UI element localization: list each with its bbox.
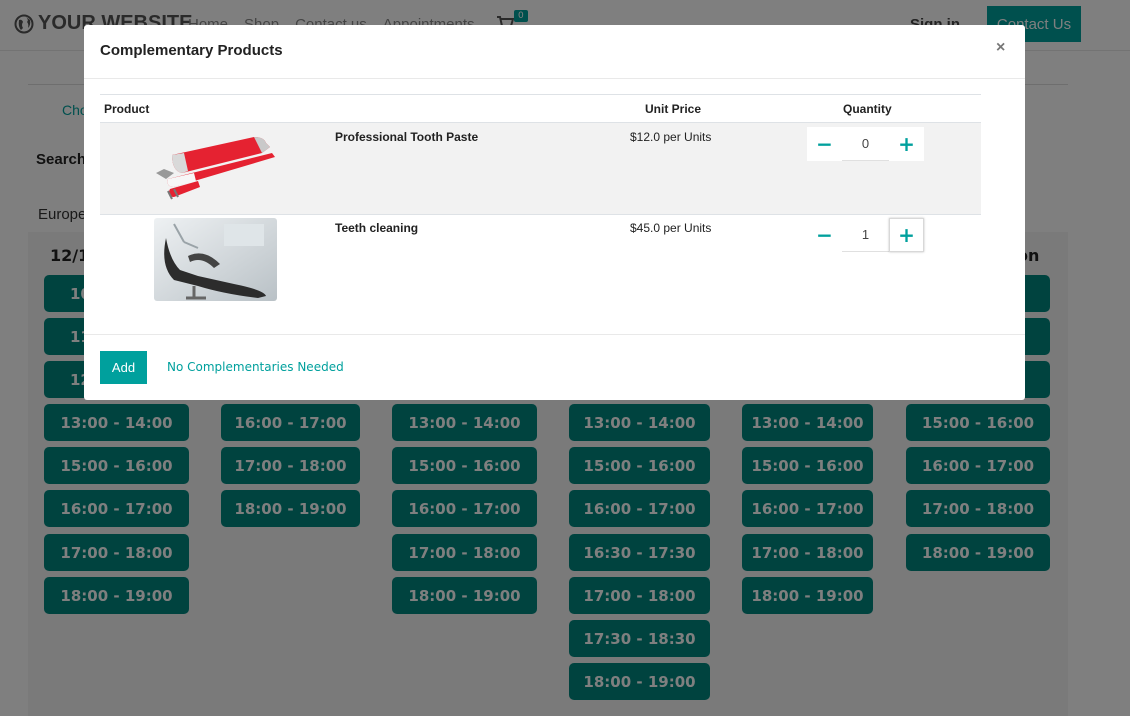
page: YOUR WEBSITE Home Shop Contact us Appoin… [0,0,1130,716]
plus-button[interactable]: + [889,218,924,252]
quantity-input[interactable] [842,127,889,161]
table-row: Teeth cleaning $45.0 per Units − + [100,214,981,334]
product-name: Professional Tooth Paste [335,130,479,144]
dental-chair-image [154,218,277,301]
quantity-input[interactable] [842,218,889,252]
modal-footer: Add No Complementaries Needed [84,334,1025,401]
product-price: $45.0 per Units [630,221,712,235]
no-complementaries-link[interactable]: No Complementaries Needed [167,360,344,374]
plus-button[interactable]: + [889,127,924,161]
quantity-stepper: − + [807,218,927,252]
modal-title: Complementary Products [100,42,283,59]
product-name: Teeth cleaning [335,221,419,235]
table-row: Professional Tooth Paste $12.0 per Units… [100,123,981,215]
minus-button[interactable]: − [807,127,842,161]
minus-button[interactable]: − [807,218,842,252]
complementary-products-modal: Complementary Products × Product Unit Pr… [84,25,1025,400]
modal-header: Complementary Products × [84,25,1025,79]
table-header: Product Unit Price Quantity [100,94,981,124]
product-price: $12.0 per Units [630,130,712,144]
column-header-product: Product [104,102,150,116]
quantity-stepper: − + [807,127,927,161]
add-button[interactable]: Add [100,351,147,384]
toothbrush-toothpaste-image [154,127,277,210]
column-header-unit-price: Unit Price [645,102,702,116]
close-icon[interactable]: × [996,39,1005,57]
column-header-quantity: Quantity [843,102,892,116]
